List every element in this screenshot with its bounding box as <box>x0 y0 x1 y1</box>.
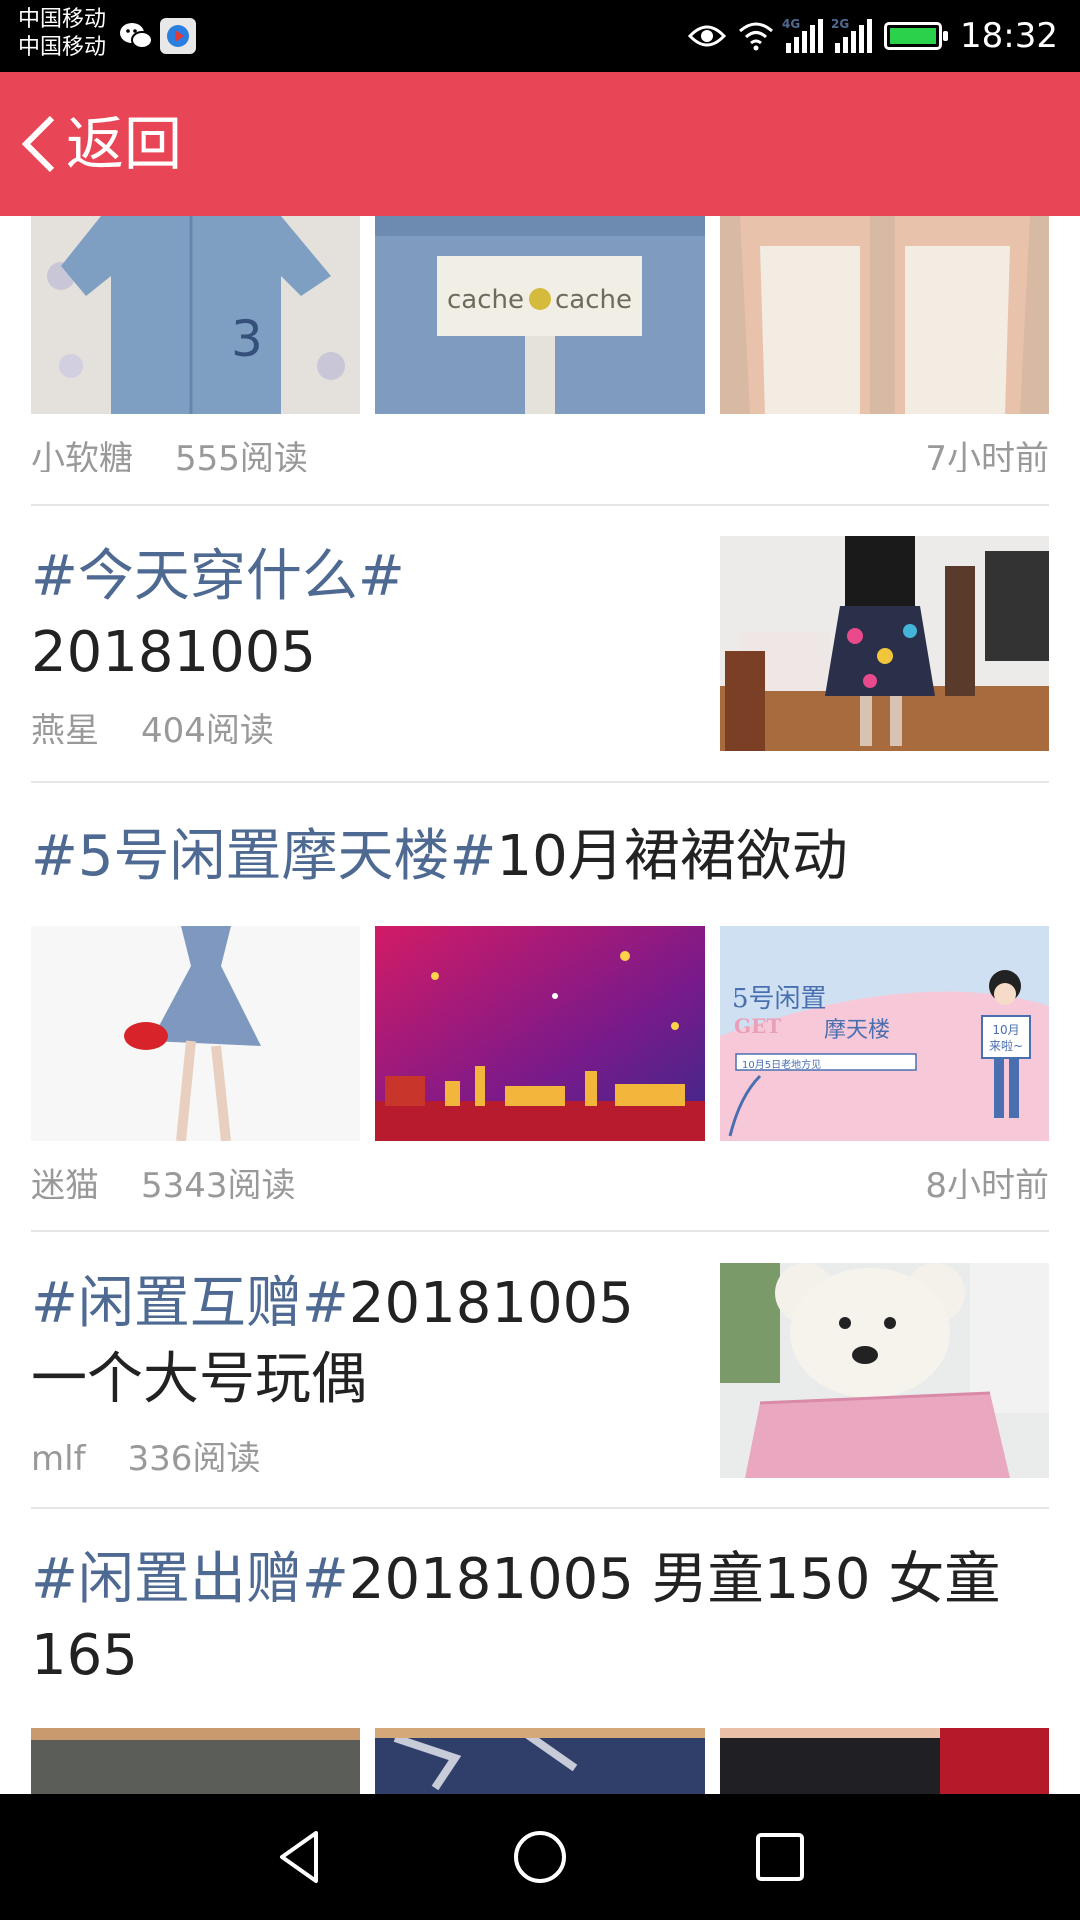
carrier-1: 中国移动 <box>18 7 107 32</box>
video-app-icon <box>160 18 196 54</box>
system-nav-bar <box>0 1794 1080 1920</box>
wechat-icon <box>120 23 153 49</box>
post-1-meta: 小软糖 555阅读 <box>31 436 308 472</box>
topic-tag[interactable]: #闲置出赠# <box>31 1547 349 1612</box>
swap-event-poster[interactable]: 5号闲置 GET 摩天楼 10月5日老地方见 10月来啦~ <box>720 926 1049 1141</box>
chevron-left-icon <box>21 115 55 173</box>
cache-cache-label-photo[interactable]: cache cache <box>375 216 705 414</box>
author-name: mlf <box>31 1439 86 1472</box>
post-3-meta: 迷猫 5343阅读 <box>31 1163 296 1199</box>
pink-shoes-photo[interactable] <box>720 216 1049 414</box>
nav-recents-icon[interactable] <box>750 1827 810 1887</box>
jeans-photo[interactable] <box>375 1728 705 1794</box>
author-name: 燕星 <box>31 711 99 744</box>
title-text-2: 165 <box>31 1623 138 1688</box>
svg-text:3: 3 <box>231 310 263 368</box>
read-count: 404阅读 <box>141 711 274 744</box>
carrier-2: 中国移动 <box>18 35 107 60</box>
author-name: 小软糖 <box>31 439 133 472</box>
post-title: #闲置出赠#20181005 男童150 女童 165 <box>31 1542 1049 1694</box>
read-count: 5343阅读 <box>141 1166 296 1199</box>
app-header: 返回 <box>0 72 1080 216</box>
wifi-icon <box>739 22 774 51</box>
poster-subtitle: 摩天楼 <box>824 1018 891 1043</box>
divider <box>31 781 1049 783</box>
back-button[interactable]: 返回 <box>18 108 182 180</box>
read-count: 555阅读 <box>175 439 308 472</box>
title-text: 20181005 <box>348 1271 634 1336</box>
denim-dress-photo[interactable]: 3 <box>31 216 360 414</box>
signal-2g-icon: 2G <box>831 17 873 53</box>
post-time: 8小时前 <box>925 1166 1049 1199</box>
clock: 18:32 <box>960 16 1058 56</box>
black-red-clothes-photo[interactable] <box>720 1728 1049 1794</box>
read-count: 336阅读 <box>127 1439 261 1472</box>
eye-icon <box>688 25 727 47</box>
battery-icon <box>884 22 949 50</box>
title-text: 10月裙裙欲动 <box>496 824 848 889</box>
divider <box>31 1230 1049 1232</box>
post-4-meta: mlf 336阅读 <box>31 1436 260 1472</box>
post-title: #5号闲置摩天楼#10月裙裙欲动 <box>31 819 1049 895</box>
title-text: 20181005 男童150 女童 <box>348 1547 1001 1612</box>
floral-skirt-photo[interactable] <box>720 536 1049 751</box>
poster-sign-line-1: 10月 <box>992 1023 1020 1037</box>
carrier-labels: 中国移动 中国移动 <box>18 6 106 62</box>
post-2-meta: 燕星 404阅读 <box>31 708 274 744</box>
divider <box>31 504 1049 506</box>
post-time: 7小时前 <box>925 439 1049 472</box>
topic-tag[interactable]: #闲置互赠# <box>31 1271 349 1336</box>
poster-search-text: 10月5日老地方见 <box>742 1060 822 1071</box>
topic-tag[interactable]: #今天穿什么# <box>31 544 405 609</box>
girl-blue-skirt-photo[interactable] <box>31 926 360 1141</box>
post-title: #今天穿什么# 20181005 <box>31 539 681 691</box>
title-text-2: 一个大号玩偶 <box>31 1347 367 1412</box>
svg-text:cache: cache <box>447 285 524 315</box>
post-feed[interactable]: 3 cache cache 小软糖 555阅读 7小时前 #今天穿什么# 20181… <box>0 216 1080 1794</box>
poster-sign-line-2: 来啦~ <box>988 1039 1024 1053</box>
network-type-1: 4G <box>782 17 801 31</box>
nav-back-icon[interactable] <box>270 1827 330 1887</box>
author-name: 迷猫 <box>31 1166 99 1199</box>
poster-title: 5号闲置 <box>732 984 827 1014</box>
post-title: #闲置互赠#20181005 一个大号玩偶 <box>31 1266 711 1418</box>
status-bar: 中国移动 中国移动 4G 2G 18:32 <box>0 0 1080 72</box>
network-type-2: 2G <box>831 17 850 31</box>
signal-4g-icon: 4G <box>782 17 824 53</box>
teddy-bear-photo[interactable] <box>720 1263 1049 1478</box>
poster-get: GET <box>734 1014 782 1038</box>
status-icons: 4G 2G 18:32 <box>688 0 1058 72</box>
svg-text:cache: cache <box>555 285 632 315</box>
nav-home-icon[interactable] <box>510 1827 570 1887</box>
title-text: 20181005 <box>31 620 317 685</box>
back-label: 返回 <box>66 110 183 178</box>
dark-clothes-photo[interactable] <box>31 1728 360 1794</box>
poster-sign: 10月来啦~ <box>986 1022 1026 1054</box>
topic-tag[interactable]: #5号闲置摩天楼# <box>31 824 496 889</box>
red-city-poster[interactable] <box>375 926 705 1141</box>
divider <box>31 1507 1049 1509</box>
